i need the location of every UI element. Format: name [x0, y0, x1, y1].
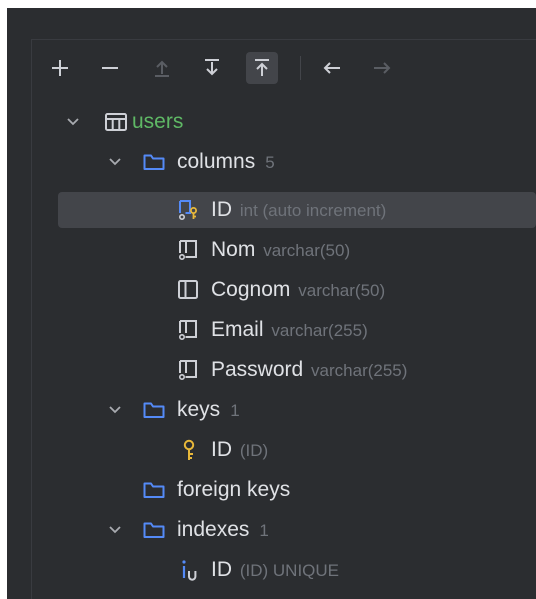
tree-node-foreign-keys[interactable]: foreign keys [32, 472, 536, 508]
folder-icon [143, 402, 165, 418]
tool-window-header [7, 8, 536, 38]
add-icon [52, 60, 68, 76]
chevron-down-icon[interactable] [108, 157, 122, 167]
key-icon [183, 439, 195, 460]
column-name: Password [211, 358, 304, 381]
unique-index-icon [182, 560, 197, 581]
remove-icon [102, 67, 118, 69]
folder-label: indexes [177, 518, 250, 541]
tree-node-keys[interactable]: keys 1 [32, 392, 536, 428]
toolbar-separator [300, 56, 301, 80]
column-name: Cognom [211, 278, 291, 301]
column-row-password[interactable]: Password varchar(255) [32, 352, 536, 388]
folder-icon [143, 482, 165, 498]
index-name: ID [211, 558, 232, 581]
column-name: Nom [211, 238, 256, 261]
column-row-id[interactable]: ID int (auto increment) [58, 192, 536, 228]
nullable-column-icon [178, 360, 197, 380]
folder-label: keys [177, 398, 221, 421]
column-type: varchar(50) [263, 241, 351, 260]
column-type: varchar(50) [298, 281, 386, 300]
chevron-down-icon[interactable] [66, 117, 80, 127]
folder-label: foreign keys [177, 478, 291, 501]
move-down-icon [205, 59, 219, 76]
item-count: 5 [265, 153, 275, 172]
column-type: int (auto increment) [239, 201, 387, 220]
tree-node-indexes[interactable]: indexes 1 [32, 512, 536, 548]
move-up-icon [155, 60, 169, 77]
index-detail: (ID) UNIQUE [239, 561, 340, 580]
arrow-right-icon [374, 62, 391, 74]
table-name: users [132, 110, 184, 133]
nullable-column-icon [178, 320, 197, 340]
folder-icon [143, 522, 165, 538]
primary-key-column-icon [178, 200, 197, 220]
column-icon [178, 280, 198, 299]
column-type: varchar(255) [271, 321, 368, 340]
column-type: varchar(255) [311, 361, 408, 380]
key-name: ID [211, 438, 232, 461]
remove-button[interactable] [94, 52, 126, 84]
tree-node-table[interactable]: users [32, 104, 536, 140]
chevron-down-icon[interactable] [108, 405, 122, 415]
pin-top-button[interactable] [246, 52, 278, 84]
folder-icon [143, 154, 165, 170]
column-row-email[interactable]: Email varchar(255) [32, 312, 536, 348]
arrow-left-icon [323, 62, 340, 74]
table-icon [105, 113, 127, 131]
pin-top-icon [255, 59, 269, 76]
move-down-button[interactable] [196, 52, 228, 84]
column-row-cognom[interactable]: Cognom varchar(50) [32, 272, 536, 308]
item-count: 1 [230, 401, 240, 420]
nullable-column-icon [178, 240, 197, 260]
back-button[interactable] [316, 52, 348, 84]
move-up-button[interactable] [146, 52, 178, 84]
folder-label: columns [177, 150, 256, 173]
table-structure-panel: users columns 5 ID int (auto increment) N… [31, 39, 536, 599]
chevron-down-icon[interactable] [108, 525, 122, 535]
tree-node-columns[interactable]: columns 5 [32, 144, 536, 180]
database-tool-window: users columns 5 ID int (auto increment) N… [7, 8, 536, 599]
forward-button[interactable] [366, 52, 398, 84]
add-button[interactable] [44, 52, 76, 84]
key-detail: (ID) [239, 441, 269, 460]
item-count: 1 [259, 521, 269, 540]
column-row-nom[interactable]: Nom varchar(50) [32, 232, 536, 268]
key-row-id[interactable]: ID (ID) [32, 432, 536, 468]
column-name: ID [211, 198, 232, 221]
index-row-id[interactable]: ID (ID) UNIQUE [32, 552, 536, 588]
structure-toolbar [32, 40, 536, 104]
column-name: Email [211, 318, 264, 341]
